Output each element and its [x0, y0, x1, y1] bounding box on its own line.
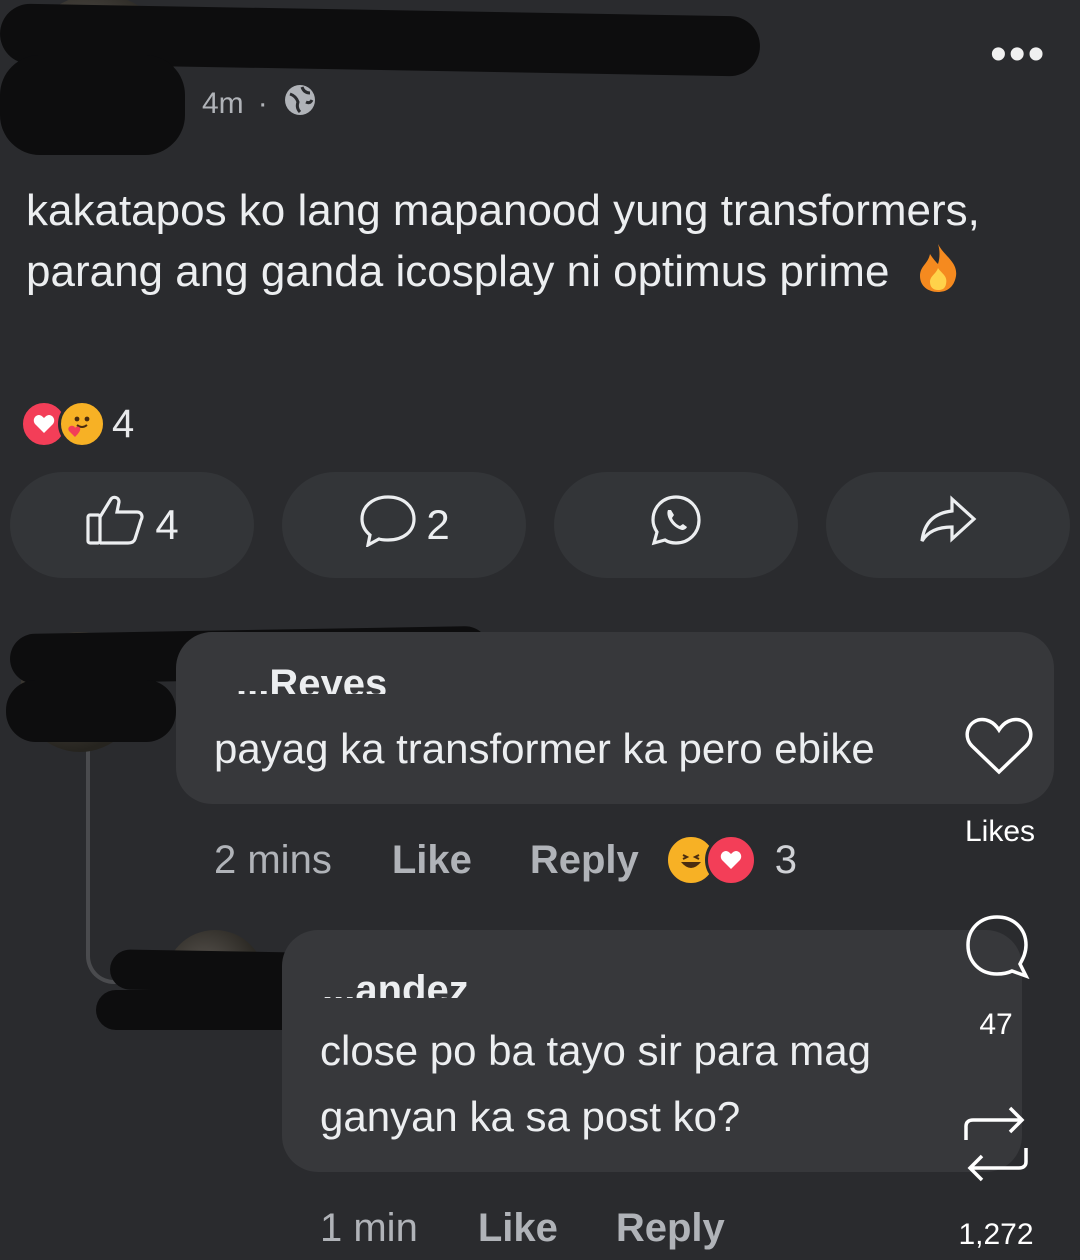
comment-1-text: payag ka transformer ka pero ebike: [214, 725, 875, 772]
comments-button[interactable]: [962, 912, 1032, 987]
thumbs-up-icon: [85, 493, 147, 557]
whatsapp-share-button[interactable]: [554, 472, 798, 578]
comment-2-bubble: ...andez close po ba tayo sir para mag g…: [282, 930, 1022, 1172]
post-reactions[interactable]: 4: [20, 400, 134, 448]
comment-2-meta: 1 min Like Reply: [320, 1198, 725, 1258]
whatsapp-icon: [648, 492, 704, 558]
comment-1-reply-button[interactable]: Reply: [530, 838, 639, 883]
heart-icon: [964, 717, 1034, 782]
redacted-author-avatar: [0, 55, 185, 155]
meta-separator: ·: [257, 87, 268, 120]
post-body: kakatapos ko lang mapanood yung transfor…: [26, 180, 1036, 302]
love-reaction-icon: [704, 834, 757, 886]
comments-count: 47: [979, 1008, 1013, 1041]
comment-button[interactable]: 2: [282, 472, 526, 578]
post-text: kakatapos ko lang mapanood yung transfor…: [26, 186, 980, 296]
reposts-count: 1,272: [958, 1218, 1034, 1251]
speech-bubble-icon: [962, 915, 1032, 986]
comment-2-time: 1 min: [320, 1205, 418, 1250]
more-options-button[interactable]: •••: [990, 31, 1046, 79]
comment-1-meta: 2 mins Like Reply 3: [214, 830, 797, 890]
like-count: 4: [155, 501, 179, 548]
post-reaction-count: 4: [112, 401, 135, 446]
like-heart-button[interactable]: [964, 712, 1034, 783]
care-reaction-icon: [58, 400, 106, 448]
share-button[interactable]: [826, 472, 1070, 578]
comment-1-like-button[interactable]: Like: [392, 838, 472, 883]
comment-2-reply-button[interactable]: Reply: [616, 1206, 725, 1251]
repost-icon: [958, 1106, 1034, 1192]
comment-bubble-icon: [358, 493, 418, 557]
comment-1-author[interactable]: ...Reyes: [236, 664, 387, 694]
redacted-commenter-1-avatar: [6, 680, 176, 742]
fire-emoji-icon: [914, 242, 962, 292]
comment-1-time: 2 mins: [214, 837, 332, 882]
comment-count: 2: [426, 501, 450, 548]
share-arrow-icon: [918, 495, 978, 555]
likes-label: Likes: [964, 815, 1036, 848]
post-meta: 4m ·: [202, 82, 318, 126]
comment-2-author[interactable]: ...andez: [322, 970, 469, 998]
like-button[interactable]: 4: [10, 472, 254, 578]
comment-2-like-button[interactable]: Like: [478, 1206, 558, 1251]
repost-button[interactable]: [958, 1100, 1034, 1193]
post-timestamp: 4m: [202, 87, 244, 120]
comment-1-bubble: ...Reyes payag ka transformer ka pero eb…: [176, 632, 1054, 804]
globe-icon: [282, 82, 318, 126]
comment-2-text: close po ba tayo sir para mag ganyan ka …: [320, 1027, 871, 1140]
comment-1-reaction-count: 3: [774, 837, 798, 882]
